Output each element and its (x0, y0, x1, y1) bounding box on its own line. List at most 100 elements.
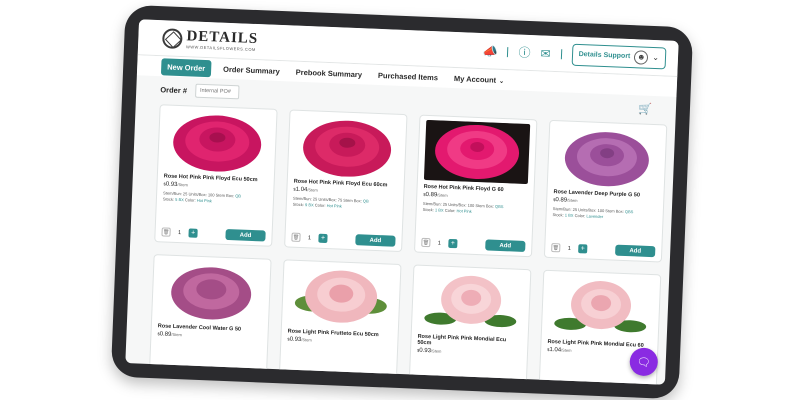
nav-prebook-summary[interactable]: Prebook Summary (291, 64, 366, 82)
help-icon[interactable]: ⓘ (518, 44, 531, 61)
stock-value: 1 BX (434, 207, 444, 214)
divider (560, 48, 562, 59)
card-actions: 🗑 1 + Add (161, 226, 266, 242)
nav-my-account[interactable]: My Account ⌄ (450, 70, 509, 87)
nav-purchased-items[interactable]: Purchased Items (374, 67, 443, 85)
color-value: Hot Pink (456, 208, 472, 215)
add-button[interactable]: Add (485, 239, 526, 252)
product-image[interactable] (288, 264, 394, 329)
price-unit: /Stem (437, 192, 448, 198)
quantity-value[interactable]: 1 (434, 240, 444, 246)
product-image[interactable] (418, 269, 524, 334)
color-label: Color: (184, 197, 196, 204)
stems-value: 25 (572, 206, 578, 213)
color-value: Hot Pink (196, 198, 212, 204)
stock-label: Stock: (422, 207, 434, 213)
stems-value: 25 (182, 191, 188, 197)
box-label: Box: (226, 192, 235, 199)
color-label: Color: (314, 202, 326, 209)
product-image[interactable] (158, 259, 264, 324)
product-card: Rose Light Pink Frutteto Ecu 50cm $0.93/… (278, 259, 402, 385)
mail-icon[interactable]: ✉ (540, 46, 551, 60)
color-value: Hot Pink (326, 203, 342, 209)
box-label: Box: (353, 198, 362, 204)
product-grid: Rose Hot Pink Pink Floyd Ecu 50cm $0.93/… (125, 99, 675, 385)
plus-icon[interactable]: + (318, 233, 328, 244)
units-label: Units/Box: (578, 207, 597, 213)
price-value: 0.89 (555, 197, 568, 204)
nav-new-order[interactable]: New Order (160, 57, 212, 77)
price-value: 0.93 (289, 336, 302, 344)
add-button[interactable]: Add (355, 234, 396, 247)
stock-value: 9 BX (304, 202, 314, 208)
box-label: Box: (615, 208, 624, 214)
support-menu-button[interactable]: Details Support ☻ ⌄ (571, 43, 667, 69)
quantity-value[interactable]: 1 (304, 235, 314, 241)
box-value: QB (235, 193, 242, 199)
product-image[interactable] (554, 125, 660, 190)
chevron-down-icon: ⌄ (652, 52, 660, 63)
product-image[interactable] (548, 275, 654, 340)
rose-image (160, 259, 263, 324)
card-actions: 🗑 1 + Add (421, 237, 526, 252)
price-unit: /Stem (561, 347, 572, 353)
product-image[interactable] (423, 119, 531, 185)
trash-icon[interactable]: 🗑 (551, 243, 561, 253)
add-button[interactable]: Add (225, 228, 266, 242)
stock-label: Stock: (292, 202, 305, 208)
units-label: Units/Box: (318, 196, 337, 203)
color-value: Lavender (586, 213, 604, 220)
plus-icon[interactable]: + (448, 238, 458, 249)
nav-my-account-label: My Account (453, 73, 497, 85)
plus-icon[interactable]: + (188, 228, 198, 238)
product-card: Rose Lavender Cool Water G 50 $0.89/Stem (148, 254, 272, 385)
product-meta: Stem/Bun: 25 Units/Box: 100 Stem Box: QB… (423, 201, 527, 218)
add-button[interactable]: Add (615, 244, 656, 258)
units-label: Units/Box: (448, 201, 467, 208)
product-image[interactable] (294, 114, 400, 179)
stock-label: Stock: (552, 212, 564, 218)
box-value: QBS (624, 208, 634, 215)
logo[interactable]: DETAILS WWW.DETAILSFLOWERS.COM (161, 28, 259, 52)
stems-value: 25 (442, 201, 448, 207)
product-card: Rose Hot Pink Pink Floyd Ecu 60cm $1.04/… (284, 109, 408, 253)
quantity-value[interactable]: 1 (564, 245, 574, 251)
product-card: Rose Light Pink Pink Mondial Ecu 50cm $0… (407, 264, 532, 385)
product-meta: Stem/Bun: 25 Units/Box: 100 Stem Box: QB… (163, 190, 267, 207)
price-unit: /Stem (171, 331, 182, 338)
trash-icon[interactable]: 🗑 (421, 237, 431, 248)
product-meta: Stem/Bun: 25 Units/Box: 100 Stem Box: QB… (552, 206, 656, 223)
price-unit: /Stem (301, 337, 312, 343)
divider (507, 46, 509, 57)
units-value: 75 Stem (337, 197, 353, 204)
units-value: 100 Stem (597, 207, 615, 214)
color-label: Color: (444, 208, 456, 214)
cart-icon[interactable]: 🛒 (638, 102, 652, 116)
trash-icon[interactable]: 🗑 (161, 227, 171, 237)
plus-icon[interactable]: + (578, 244, 588, 254)
nav-order-summary[interactable]: Order Summary (219, 61, 284, 79)
box-value: QB (362, 198, 369, 204)
price-unit: /Stem (307, 187, 318, 193)
rose-image (296, 114, 399, 179)
tablet-frame: DETAILS WWW.DETAILSFLOWERS.COM 📣 ⓘ ✉ Det… (110, 4, 694, 400)
units-value: 100 Stem (207, 192, 226, 198)
price-value: 0.89 (159, 331, 172, 338)
internal-po-input[interactable] (194, 83, 240, 100)
stock-value: 5 BX (175, 197, 184, 203)
stock-label: Stock: (162, 196, 175, 203)
quantity-value[interactable]: 1 (174, 229, 184, 236)
price-value: 1.04 (549, 347, 562, 354)
stems-label: Stem/Bun: (163, 190, 182, 197)
units-value: 100 Stem (467, 202, 485, 209)
avatar-icon: ☻ (634, 49, 649, 65)
rose-image (555, 125, 659, 190)
megaphone-icon[interactable]: 📣 (482, 44, 498, 59)
price-unit: /Stem (430, 348, 442, 354)
product-image[interactable] (164, 109, 270, 174)
stock-value: 1 BX (564, 212, 574, 219)
stems-value: 25 (312, 196, 318, 202)
trash-icon[interactable]: 🗑 (291, 232, 301, 242)
rose-image (166, 109, 269, 174)
price-unit: /Stem (567, 197, 578, 204)
